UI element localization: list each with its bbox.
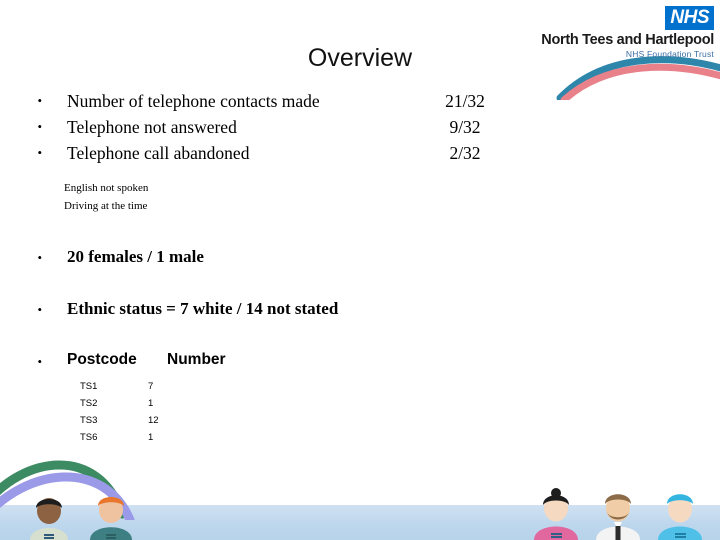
trust-name: North Tees and Hartlepool <box>541 32 714 48</box>
slide-content: • Number of telephone contacts made 21/3… <box>0 88 520 446</box>
person-figure <box>30 498 68 540</box>
person-figure <box>534 488 578 540</box>
table-row: TS3 12 <box>80 412 520 429</box>
table-body: TS1 7 TS2 1 TS3 12 TS6 1 <box>0 378 520 446</box>
person-figure <box>658 494 702 540</box>
stat-value: 2/32 <box>449 143 481 163</box>
bullet-icon: • <box>37 250 42 265</box>
trust-subtitle: NHS Foundation Trust <box>625 49 714 59</box>
table-header-row: • Postcode Number <box>0 349 520 375</box>
stat-label: Number of telephone contacts made <box>67 91 320 111</box>
bullet-icon: • <box>37 302 42 317</box>
telephone-stats-list: • Number of telephone contacts made 21/3… <box>0 88 520 166</box>
person-figure <box>596 494 640 540</box>
table-headers: Postcode Number <box>45 349 226 371</box>
note-item: English not spoken <box>64 182 149 194</box>
list-item: • Number of telephone contacts made 21/3… <box>0 88 520 114</box>
stat-value: 21/32 <box>445 91 485 111</box>
fact-text: 20 females / 1 male <box>67 247 204 266</box>
person-figure <box>90 497 132 540</box>
table-row: TS1 7 <box>80 378 520 395</box>
stat-value: 9/32 <box>449 117 481 137</box>
column-header-postcode: Postcode <box>67 351 137 368</box>
bullet-icon: • <box>37 354 42 369</box>
stat-label: Telephone call abandoned <box>67 143 250 163</box>
cell-number: 1 <box>148 432 154 443</box>
bullet-icon: • <box>37 145 42 160</box>
bullet-icon: • <box>37 93 42 108</box>
table-row: TS6 1 <box>80 429 520 446</box>
bullet-icon: • <box>37 119 42 134</box>
reason-notes-list: English not spoken Driving at the time <box>0 180 520 215</box>
slide-canvas: NHS North Tees and Hartlepool NHS Founda… <box>0 0 720 540</box>
postcode-table: • Postcode Number TS1 7 TS2 1 TS3 12 TS6 1 <box>0 349 520 446</box>
people-illustration-left <box>30 497 132 540</box>
list-item: • Telephone call abandoned 2/32 <box>0 140 520 166</box>
cell-number: 7 <box>148 381 154 392</box>
cell-number: 1 <box>148 398 154 409</box>
cell-postcode: TS1 <box>80 381 98 392</box>
list-item: • Telephone not answered 9/32 <box>0 114 520 140</box>
stat-label: Telephone not answered <box>67 117 237 137</box>
cell-number: 12 <box>148 415 159 426</box>
cell-postcode: TS2 <box>80 398 98 409</box>
fact-text: Ethnic status = 7 white / 14 not stated <box>67 299 339 318</box>
cell-postcode: TS3 <box>80 415 98 426</box>
note-item: Driving at the time <box>64 199 148 212</box>
fact-gender-split: • 20 females / 1 male <box>0 245 520 271</box>
table-row: TS2 1 <box>80 395 520 412</box>
nhs-logo: NHS North Tees and Hartlepool NHS Founda… <box>541 6 714 59</box>
column-header-number: Number <box>167 351 226 368</box>
fact-ethnic-status: • Ethnic status = 7 white / 14 not state… <box>0 297 520 323</box>
nhs-wordmark: NHS <box>665 6 714 30</box>
cell-postcode: TS6 <box>80 432 98 443</box>
people-illustration-right <box>534 488 702 540</box>
